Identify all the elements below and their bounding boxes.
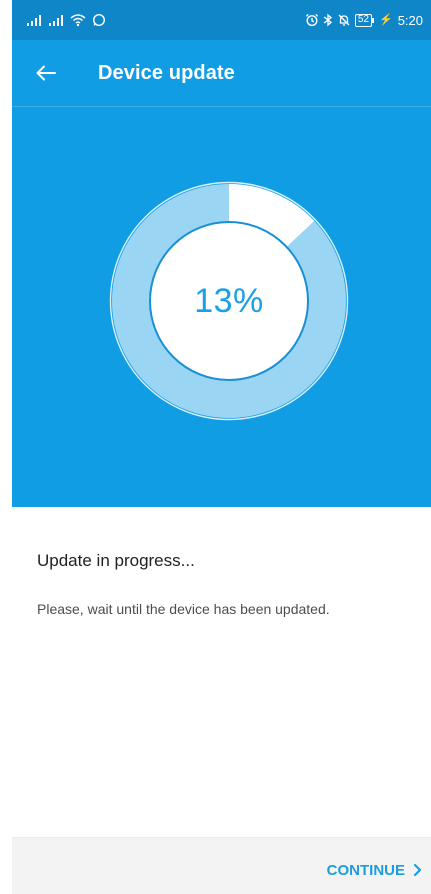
continue-button-label: CONTINUE (326, 861, 405, 879)
update-info: Update in progress... Please, wait until… (12, 507, 431, 837)
bluetooth-icon (323, 13, 332, 27)
status-left-icons (26, 10, 106, 30)
update-message: Please, wait until the device has been u… (37, 601, 330, 617)
continue-button[interactable]: CONTINUE (327, 860, 423, 880)
signal-icon (27, 15, 41, 26)
battery-level: 52 (357, 14, 369, 25)
mute-icon (338, 14, 350, 26)
progress-percent: 13% (194, 281, 264, 320)
whatsapp-icon (92, 13, 106, 27)
page-title: Device update (98, 62, 235, 84)
progress-section: 13% (12, 107, 431, 507)
battery-icon: 52 (354, 13, 375, 27)
bottom-bar: CONTINUE (12, 837, 431, 894)
update-headline: Update in progress... (37, 551, 195, 570)
wifi-icon (70, 14, 86, 27)
status-right-icons: 52 ⚡ 5:20 (305, 10, 423, 30)
alarm-icon (305, 13, 318, 27)
back-button[interactable] (32, 60, 60, 86)
app-bar: Device update (12, 40, 431, 107)
progress-ring: 13% (109, 181, 349, 421)
status-bar: 52 ⚡ 5:20 (12, 0, 431, 40)
device-update-screen: 52 ⚡ 5:20 Device update 13% Update in pr… (12, 0, 431, 894)
status-time: 5:20 (397, 12, 423, 28)
signal-icon (49, 15, 63, 26)
arrow-left-icon (36, 65, 56, 81)
charging-icon: ⚡ (378, 13, 393, 26)
chevron-right-icon (413, 863, 422, 877)
